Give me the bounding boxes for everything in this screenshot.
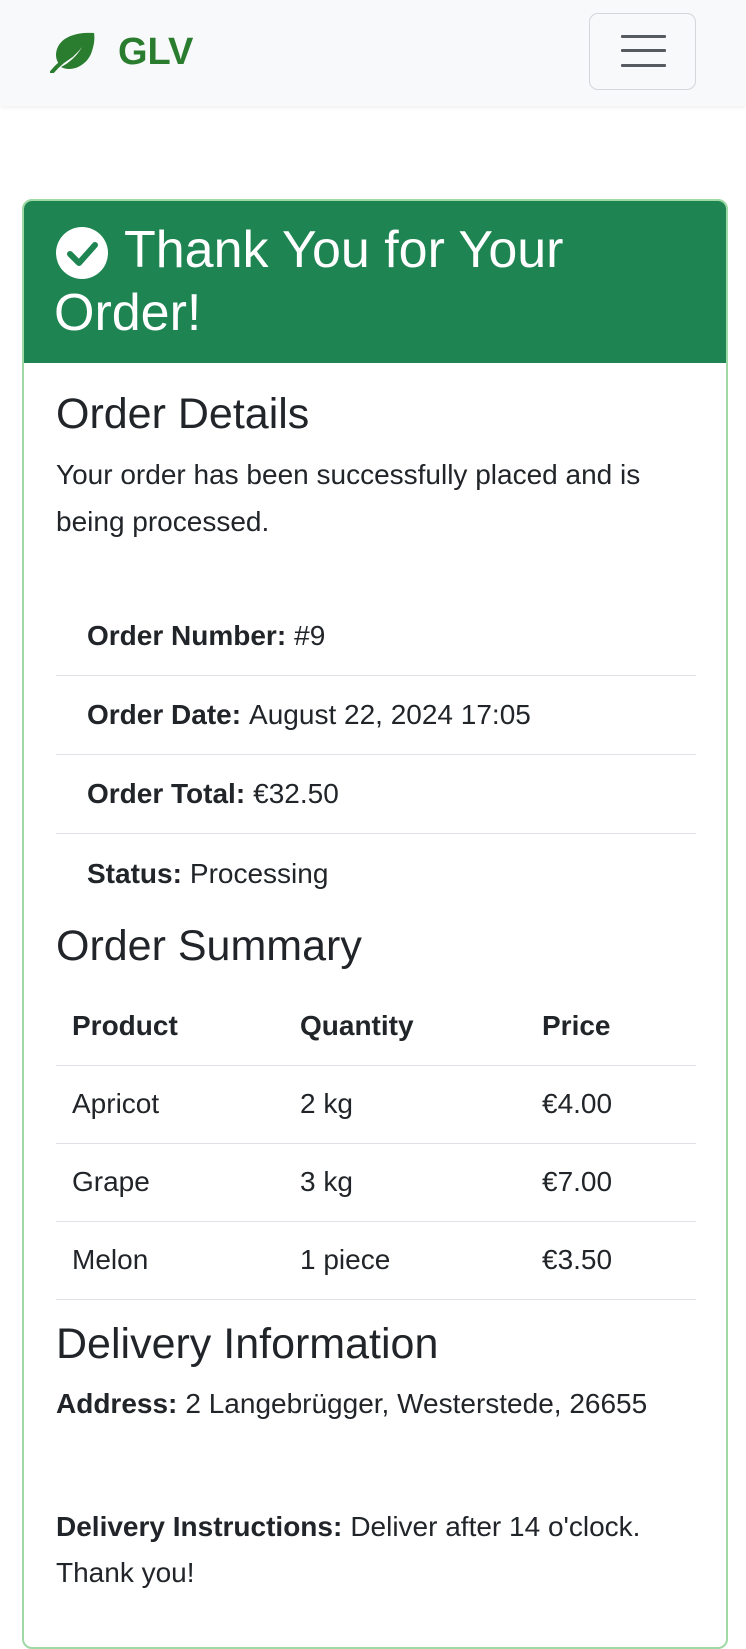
table-row: Grape 3 kg €7.00	[56, 1143, 696, 1222]
quantity-cell: 1 piece	[284, 1221, 526, 1300]
quantity-cell: 2 kg	[284, 1065, 526, 1144]
order-status-item: Status: Processing	[56, 834, 696, 913]
table-row: Melon 1 piece €3.50	[56, 1221, 696, 1300]
product-cell: Grape	[56, 1143, 284, 1222]
leaf-icon	[50, 32, 95, 73]
order-confirmation-card: Thank You for Your Order! Order Details …	[22, 199, 728, 1649]
card-header: Thank You for Your Order!	[24, 201, 726, 363]
navbar: GLV	[0, 0, 746, 106]
column-header-price: Price	[526, 987, 696, 1066]
detail-value: €32.50	[253, 778, 339, 809]
menu-toggle-button[interactable]	[589, 13, 696, 90]
table-header-row: Product Quantity Price	[56, 987, 696, 1066]
order-total-item: Order Total: €32.50	[56, 755, 696, 834]
price-cell: €3.50	[526, 1221, 696, 1300]
order-date-item: Order Date: August 22, 2024 17:05	[56, 676, 696, 755]
product-cell: Apricot	[56, 1065, 284, 1144]
price-cell: €4.00	[526, 1065, 696, 1144]
order-summary-table: Product Quantity Price Apricot 2 kg €4.0…	[56, 987, 696, 1300]
detail-label: Order Date:	[87, 699, 242, 730]
order-summary-heading: Order Summary	[56, 922, 362, 970]
product-cell: Melon	[56, 1221, 284, 1300]
detail-value: #9	[294, 620, 326, 651]
detail-label: Order Number:	[87, 620, 287, 651]
detail-label: Order Total:	[87, 778, 246, 809]
instructions-label: Delivery Instructions:	[56, 1511, 343, 1542]
order-details-heading: Order Details	[56, 390, 310, 438]
confirmation-title: Thank You for Your Order!	[54, 221, 564, 342]
brand-name: GLV	[118, 30, 194, 73]
column-header-product: Product	[56, 987, 284, 1066]
order-number-item: Order Number: #9	[56, 597, 696, 676]
brand-link[interactable]: GLV	[50, 30, 193, 74]
column-header-quantity: Quantity	[284, 987, 526, 1066]
delivery-instructions: Delivery Instructions: Deliver after 14 o…	[56, 1504, 706, 1596]
detail-value: Processing	[189, 857, 329, 889]
delivery-information-heading: Delivery Information	[56, 1320, 439, 1368]
detail-value: August 22, 2024 17:05	[249, 699, 531, 730]
quantity-cell: 3 kg	[284, 1143, 526, 1222]
price-cell: €7.00	[526, 1143, 696, 1222]
order-status-message: Your order has been successfully placed …	[56, 459, 641, 537]
order-details-list: Order Number: #9 Order Date: August 22, …	[56, 597, 696, 913]
address-label: Address:	[56, 1388, 178, 1419]
table-row: Apricot 2 kg €4.00	[56, 1065, 696, 1144]
detail-label: Status:	[87, 857, 182, 889]
address-value: 2 Langebrügger, Westerstede, 26655	[185, 1388, 648, 1419]
delivery-address: Address: 2 Langebrügger, Westerstede, 266…	[56, 1381, 706, 1427]
